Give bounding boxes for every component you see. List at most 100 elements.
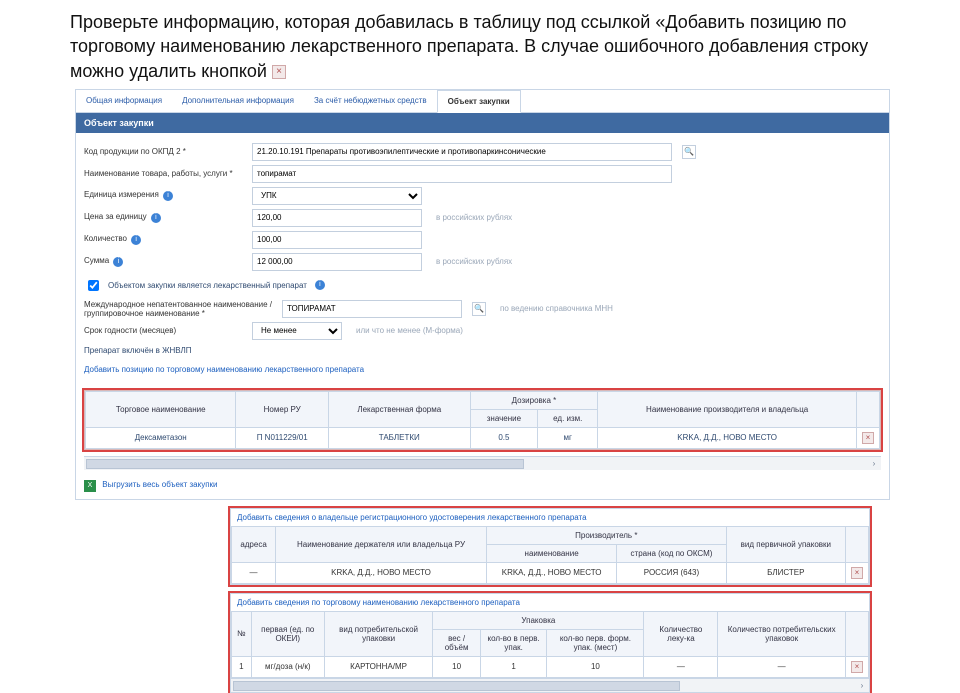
qty-label: Количество bbox=[84, 234, 127, 243]
cell-d1: 0.5 bbox=[470, 427, 538, 448]
currency-label: Единица измерения bbox=[84, 190, 159, 199]
name-label: Наименование товара, работы, услуги * bbox=[84, 169, 233, 178]
scroll-thumb[interactable] bbox=[86, 459, 524, 469]
col-dosage-val: значение bbox=[470, 409, 538, 427]
cell-count: — bbox=[644, 656, 718, 677]
info-icon: i bbox=[163, 191, 173, 201]
jnvlp-label: Препарат включён в ЖНВЛП bbox=[84, 346, 192, 355]
is-drug-label: Объектом закупки является лекарственный … bbox=[108, 281, 307, 290]
col-form: Лекарственная форма bbox=[328, 391, 470, 427]
cell-u1: 10 bbox=[433, 656, 481, 677]
term-label: Срок годности (месяцев) bbox=[84, 326, 176, 335]
cell-pack: БЛИСТЕР bbox=[726, 562, 845, 583]
col-count: Количество леку-ка bbox=[644, 611, 718, 656]
col-primary: первая (ед. по ОКЕИ) bbox=[251, 611, 324, 656]
section-header: Объект закупки bbox=[76, 113, 889, 133]
col-u3: кол-во перв. форм. упак. (мест) bbox=[547, 629, 644, 656]
qty-input[interactable] bbox=[252, 231, 422, 249]
horizontal-scrollbar[interactable]: ‹ › bbox=[231, 678, 869, 692]
cell-ru: П N011229/01 bbox=[236, 427, 329, 448]
scroll-right-icon[interactable]: › bbox=[867, 457, 881, 471]
price-input[interactable] bbox=[252, 209, 422, 227]
instruction-text: Проверьте информацию, которая добавилась… bbox=[70, 12, 868, 81]
col-dosage-group: Дозировка * bbox=[470, 391, 598, 409]
info-icon: i bbox=[151, 213, 161, 223]
term-select[interactable]: Не менее bbox=[252, 322, 342, 340]
scroll-right-icon[interactable]: › bbox=[855, 679, 869, 693]
tab-general[interactable]: Общая информация bbox=[76, 90, 172, 112]
cell-inpack: — bbox=[718, 656, 846, 677]
cell-country: РОССИЯ (643) bbox=[617, 562, 726, 583]
price-hint: в российских рублях bbox=[436, 213, 512, 222]
okpd-label: Код продукции по ОКПД 2 * bbox=[84, 147, 186, 156]
cell-u3: 10 bbox=[547, 656, 644, 677]
price-label: Цена за единицу bbox=[84, 212, 147, 221]
col-dosage-unit: ед. изм. bbox=[538, 409, 598, 427]
col-manufacturer: Наименование производителя и владельца bbox=[598, 391, 857, 427]
trade-table: Торговое наименование Номер РУ Лекарстве… bbox=[85, 391, 880, 449]
cell-manuf: KRKA, Д.Д., НОВО МЕСТО bbox=[598, 427, 857, 448]
info-icon: i bbox=[315, 280, 325, 290]
info-icon: i bbox=[113, 257, 123, 267]
tab-additional[interactable]: Дополнительная информация bbox=[172, 90, 304, 112]
col-u1: вес / объём bbox=[433, 629, 481, 656]
scroll-thumb[interactable] bbox=[233, 681, 680, 691]
col-holder: Наименование держателя или владельца РУ bbox=[276, 526, 487, 562]
add-position-link[interactable]: Добавить позицию по торговому наименован… bbox=[84, 365, 364, 374]
holders-caption[interactable]: Добавить сведения о владельце регистраци… bbox=[231, 509, 869, 526]
sum-input[interactable] bbox=[252, 253, 422, 271]
cell-primary: мг/доза (н/к) bbox=[251, 656, 324, 677]
col-id: адреса bbox=[232, 526, 276, 562]
col-pack: вид первичной упаковки bbox=[726, 526, 845, 562]
delete-icon: × bbox=[272, 65, 286, 79]
is-drug-checkbox[interactable] bbox=[88, 280, 99, 291]
tab-nonbudget[interactable]: За счёт небюджетных средств bbox=[304, 90, 437, 112]
currency-select[interactable]: УПК bbox=[252, 187, 422, 205]
delete-row-button[interactable]: × bbox=[851, 661, 863, 673]
okpd-input[interactable] bbox=[252, 143, 672, 161]
sum-label: Сумма bbox=[84, 256, 109, 265]
tab-bar: Общая информация Дополнительная информац… bbox=[76, 90, 889, 113]
cell-id: — bbox=[232, 562, 276, 583]
cell-d2: мг bbox=[538, 427, 598, 448]
app-panel: Общая информация Дополнительная информац… bbox=[75, 89, 890, 500]
col-trade: Торговое наименование bbox=[86, 391, 236, 427]
mnn-hint: по ведению справочника МНН bbox=[500, 304, 613, 313]
delete-row-button[interactable]: × bbox=[851, 567, 863, 579]
search-icon[interactable]: 🔍 bbox=[472, 302, 486, 316]
table-row: Дексаметазон П N011229/01 ТАБЛЕТКИ 0.5 м… bbox=[86, 427, 880, 448]
info-icon: i bbox=[131, 235, 141, 245]
col-country: страна (код по ОКСМ) bbox=[617, 544, 726, 562]
holders-snippet: Добавить сведения о владельце регистраци… bbox=[230, 508, 870, 585]
mnn-input[interactable] bbox=[282, 300, 462, 318]
table-row: — KRKA, Д.Д., НОВО МЕСТО KRKA, Д.Д., НОВ… bbox=[232, 562, 869, 583]
term-extra: или что не менее (М-форма) bbox=[356, 326, 463, 335]
form-area: Код продукции по ОКПД 2 * 🔍 Наименование… bbox=[76, 133, 889, 384]
name-input[interactable] bbox=[252, 165, 672, 183]
cell-consumer: КАРТОННА/МР bbox=[324, 656, 432, 677]
tab-object[interactable]: Объект закупки bbox=[437, 90, 521, 113]
trade-table-wrap: Торговое наименование Номер РУ Лекарстве… bbox=[84, 390, 881, 450]
cell-manuf: KRKA, Д.Д., НОВО МЕСТО bbox=[486, 562, 616, 583]
col-manuf-group: Производитель * bbox=[486, 526, 726, 544]
col-ru: Номер РУ bbox=[236, 391, 329, 427]
sum-hint: в российских рублях bbox=[436, 257, 512, 266]
pack-snippet: Добавить сведения по торговому наименова… bbox=[230, 593, 870, 693]
horizontal-scrollbar[interactable]: ‹ › bbox=[84, 456, 881, 470]
delete-row-button[interactable]: × bbox=[862, 432, 874, 444]
export-link[interactable]: Выгрузить весь объект закупки bbox=[102, 480, 217, 489]
excel-icon: X bbox=[84, 480, 96, 492]
mnn-label: Международное непатентованное наименован… bbox=[84, 300, 272, 318]
col-up-group: Упаковка bbox=[433, 611, 644, 629]
cell-trade: Дексаметазон bbox=[86, 427, 236, 448]
col-inpack: Количество потребительских упаковок bbox=[718, 611, 846, 656]
col-consumer: вид потребительской упаковки bbox=[324, 611, 432, 656]
table-row: 1 мг/доза (н/к) КАРТОННА/МР 10 1 10 — — … bbox=[232, 656, 869, 677]
col-u2: кол-во в перв. упак. bbox=[480, 629, 546, 656]
col-n: № bbox=[232, 611, 252, 656]
cell-holder: KRKA, Д.Д., НОВО МЕСТО bbox=[276, 562, 487, 583]
cell-form: ТАБЛЕТКИ bbox=[328, 427, 470, 448]
pack-caption[interactable]: Добавить сведения по торговому наименова… bbox=[231, 594, 869, 611]
cell-u2: 1 bbox=[480, 656, 546, 677]
search-icon[interactable]: 🔍 bbox=[682, 145, 696, 159]
